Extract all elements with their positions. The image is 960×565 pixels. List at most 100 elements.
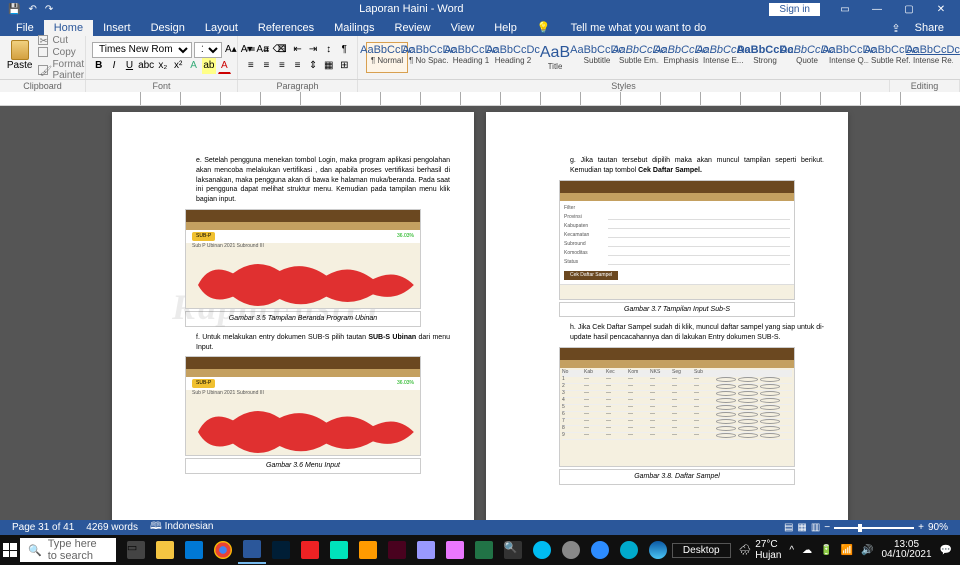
- save-icon[interactable]: 💾: [8, 4, 20, 15]
- superscript-button[interactable]: x²: [172, 58, 185, 74]
- aftereffects-icon[interactable]: [412, 536, 440, 564]
- task-view-icon[interactable]: ▭: [122, 536, 150, 564]
- tab-mailings[interactable]: Mailings: [324, 20, 384, 36]
- page-right[interactable]: g. Jika tautan tersebut dipilih maka aka…: [486, 112, 848, 520]
- indesign-icon[interactable]: [383, 536, 411, 564]
- clock[interactable]: 13:05 04/10/2021: [881, 540, 931, 560]
- minimize-icon[interactable]: —: [862, 0, 892, 18]
- show-marks-button[interactable]: ¶: [337, 42, 351, 58]
- illustrator-icon[interactable]: [354, 536, 382, 564]
- highlight-button[interactable]: ab: [202, 58, 215, 74]
- font-color-button[interactable]: A: [218, 58, 231, 74]
- tab-tellme[interactable]: Tell me what you want to do: [561, 20, 717, 36]
- tab-review[interactable]: Review: [385, 20, 441, 36]
- tellme-icon[interactable]: 💡: [527, 19, 561, 36]
- word-icon[interactable]: [238, 536, 266, 564]
- audition-icon[interactable]: [325, 536, 353, 564]
- styles-gallery[interactable]: AaBbCcDc¶ Normal AaBbCcDc¶ No Spac... Aa…: [364, 40, 956, 75]
- animate-icon[interactable]: [296, 536, 324, 564]
- language-status[interactable]: 🕮 Indonesian: [144, 519, 220, 536]
- photoshop-icon[interactable]: [267, 536, 295, 564]
- text-effects-button[interactable]: A: [187, 58, 200, 74]
- copy-button[interactable]: Copy: [38, 47, 84, 58]
- wifi-icon[interactable]: 📶: [841, 545, 853, 556]
- font-size-select[interactable]: 14: [194, 42, 222, 58]
- ruler[interactable]: [0, 92, 960, 106]
- page-left[interactable]: RapidFastPr e. Setelah pengguna menekan …: [112, 112, 474, 520]
- style-intense-re[interactable]: AaBbCcDcIntense Re...: [912, 42, 954, 73]
- sort-button[interactable]: ↕: [322, 42, 336, 58]
- cut-button[interactable]: ✂Cut: [38, 35, 84, 46]
- taskbar-search[interactable]: 🔍 Type here to search: [20, 538, 116, 562]
- chrome-icon[interactable]: [209, 536, 237, 564]
- word-count[interactable]: 4269 words: [80, 522, 144, 533]
- page-status[interactable]: Page 31 of 41: [6, 522, 80, 533]
- zoom-level[interactable]: 90%: [928, 522, 948, 533]
- shading-button[interactable]: ▦: [322, 58, 336, 74]
- subscript-button[interactable]: x₂: [156, 58, 169, 74]
- magnifier-icon[interactable]: 🔍: [499, 536, 527, 564]
- share-button[interactable]: Share: [905, 20, 954, 36]
- onedrive-icon[interactable]: ☁: [802, 545, 812, 556]
- indent-dec-button[interactable]: ⇤: [291, 42, 305, 58]
- view-print-icon[interactable]: ▦: [797, 522, 806, 533]
- share-icon[interactable]: ⇪: [891, 22, 900, 35]
- grow-font-button[interactable]: A▴: [224, 42, 238, 58]
- caption-4: Gambar 3.8. Daftar Sampel: [559, 469, 795, 485]
- start-button[interactable]: [0, 543, 20, 557]
- tab-references[interactable]: References: [248, 20, 324, 36]
- notifications-icon[interactable]: 💬: [940, 545, 952, 556]
- maximize-icon[interactable]: ▢: [894, 0, 924, 18]
- battery-icon[interactable]: 🔋: [820, 545, 832, 556]
- premiere-icon[interactable]: [441, 536, 469, 564]
- signin-button[interactable]: Sign in: [769, 3, 820, 16]
- document-area[interactable]: RapidFastPr e. Setelah pengguna menekan …: [0, 106, 960, 520]
- volume-icon[interactable]: 🔊: [861, 545, 873, 556]
- explorer-icon[interactable]: [151, 536, 179, 564]
- excel-icon[interactable]: [470, 536, 498, 564]
- ribbon-options-icon[interactable]: ▭: [830, 0, 860, 18]
- align-right-button[interactable]: ≡: [275, 58, 289, 74]
- strike-button[interactable]: abc: [138, 58, 154, 74]
- edge-icon[interactable]: [644, 536, 672, 564]
- snipping-icon[interactable]: [528, 536, 556, 564]
- desktop-label[interactable]: Desktop: [672, 543, 731, 558]
- multilevel-button[interactable]: ⊟: [275, 42, 289, 58]
- font-name-select[interactable]: Times New Roma: [92, 42, 192, 58]
- align-center-button[interactable]: ≡: [260, 58, 274, 74]
- indent-inc-button[interactable]: ⇥: [306, 42, 320, 58]
- document-title: Laporan Haini - Word: [53, 3, 769, 15]
- align-left-button[interactable]: ≡: [244, 58, 258, 74]
- tab-insert[interactable]: Insert: [93, 20, 141, 36]
- style-heading2[interactable]: AaBbCcDcHeading 2: [492, 42, 534, 73]
- close-icon[interactable]: ✕: [926, 0, 956, 18]
- cut-label: Cut: [52, 35, 68, 46]
- format-painter-button[interactable]: 🖌Format Painter: [38, 59, 84, 81]
- apple-icon[interactable]: [557, 536, 585, 564]
- redo-icon[interactable]: ↷: [45, 4, 53, 15]
- tray-chevron-icon[interactable]: ^: [789, 545, 794, 556]
- paste-button[interactable]: Paste: [1, 38, 39, 77]
- numbering-button[interactable]: ≡: [260, 42, 274, 58]
- chat-icon[interactable]: [615, 536, 643, 564]
- bullets-button[interactable]: ≔: [244, 42, 258, 58]
- bold-button[interactable]: B: [92, 58, 105, 74]
- zoom-slider[interactable]: [834, 527, 914, 529]
- tab-layout[interactable]: Layout: [195, 20, 248, 36]
- underline-button[interactable]: U: [123, 58, 136, 74]
- border-button[interactable]: ⊞: [337, 58, 351, 74]
- line-spacing-button[interactable]: ⇕: [306, 58, 320, 74]
- justify-button[interactable]: ≡: [291, 58, 305, 74]
- tab-design[interactable]: Design: [141, 20, 195, 36]
- mail-icon[interactable]: [180, 536, 208, 564]
- tab-help[interactable]: Help: [484, 20, 527, 36]
- zoom-in-button[interactable]: +: [918, 522, 924, 533]
- italic-button[interactable]: I: [107, 58, 120, 74]
- view-web-icon[interactable]: ▥: [811, 522, 820, 533]
- tab-view[interactable]: View: [441, 20, 485, 36]
- zoom-out-button[interactable]: −: [824, 522, 830, 533]
- zoom-app-icon[interactable]: [586, 536, 614, 564]
- undo-icon[interactable]: ↶: [28, 4, 36, 15]
- view-read-icon[interactable]: ▤: [784, 522, 793, 533]
- weather-widget[interactable]: 🌧 27°C Hujan: [739, 539, 782, 561]
